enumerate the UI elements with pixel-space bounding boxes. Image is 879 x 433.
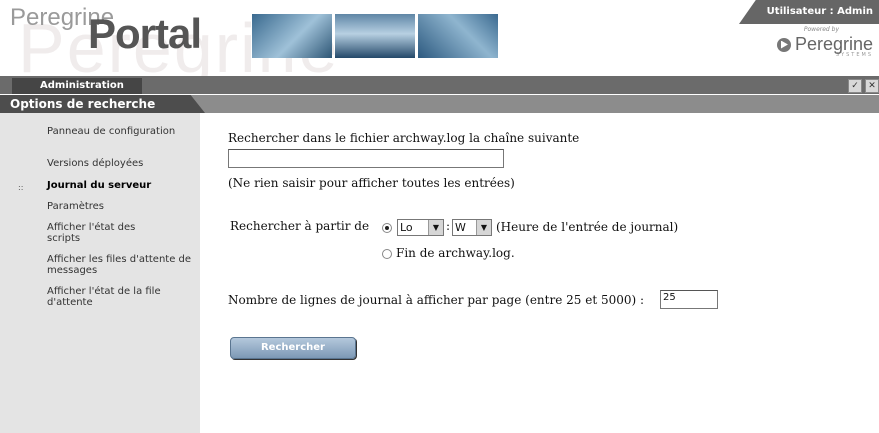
active-item-bullet-icon: :: — [18, 183, 24, 192]
radio-end-of-log[interactable] — [382, 249, 392, 259]
sidebar-item-etat-de-la-file[interactable]: Afficher l'état de la file d'attente — [47, 286, 197, 308]
close-icon[interactable]: ✕ — [865, 79, 879, 93]
time-select[interactable]: W ▼ — [452, 219, 492, 236]
time-select-value: W — [455, 221, 466, 234]
time-separator: : — [446, 219, 451, 233]
end-option-label: Fin de archway.log. — [396, 246, 515, 260]
window-controls: ✓ ✕ — [848, 79, 879, 93]
from-label: Rechercher à partir de — [230, 219, 370, 233]
logo-portal-text: Portal — [88, 10, 202, 57]
section-title: Options de recherche — [0, 95, 205, 113]
sidebar-item-parametres[interactable]: Paramètres — [47, 201, 197, 212]
search-label: Rechercher dans le fichier archway.log l… — [228, 131, 580, 145]
entry-time-note: (Heure de l'entrée de journal) — [496, 220, 679, 234]
day-select[interactable]: Lo ▼ — [397, 219, 444, 236]
accept-icon[interactable]: ✓ — [848, 79, 862, 93]
brand-subtitle: SYSTEMS — [835, 52, 873, 58]
sidebar-item-versions-deployees[interactable]: Versions déployées — [47, 158, 197, 169]
search-button[interactable]: Rechercher — [230, 337, 356, 359]
header-photo-keyboard — [418, 14, 498, 58]
lines-per-page-input[interactable]: 25 — [660, 290, 718, 309]
lines-label: Nombre de lignes de journal à afficher p… — [228, 293, 645, 307]
header-photo-satellite — [252, 14, 332, 58]
search-input[interactable] — [228, 149, 504, 168]
sidebar-item-panneau-de-configuration[interactable]: Panneau de configuration — [47, 126, 197, 137]
day-select-value: Lo — [400, 221, 413, 234]
header-photo-businessman — [335, 14, 415, 58]
radio-from-time[interactable] — [382, 223, 392, 233]
sidebar-item-journal-du-serveur[interactable]: Journal du serveur — [47, 180, 197, 191]
powered-by-label: Powered by — [803, 26, 839, 33]
search-hint: (Ne rien saisir pour afficher toutes les… — [228, 176, 515, 190]
chevron-down-icon: ▼ — [476, 220, 491, 235]
header-photo-strip — [252, 14, 498, 58]
tab-administration[interactable]: Administration — [12, 78, 142, 94]
sidebar-item-files-de-messages[interactable]: Afficher les files d'attente de messages — [47, 254, 197, 276]
peregrine-logo-icon — [776, 37, 791, 52]
user-label: Utilisateur : Admin — [739, 0, 879, 24]
sidebar-item-etat-des-scripts[interactable]: Afficher l'état des scripts — [47, 222, 167, 244]
header: Peregrine Peregrine Portal Utilisateur :… — [0, 0, 879, 87]
chevron-down-icon: ▼ — [428, 220, 443, 235]
